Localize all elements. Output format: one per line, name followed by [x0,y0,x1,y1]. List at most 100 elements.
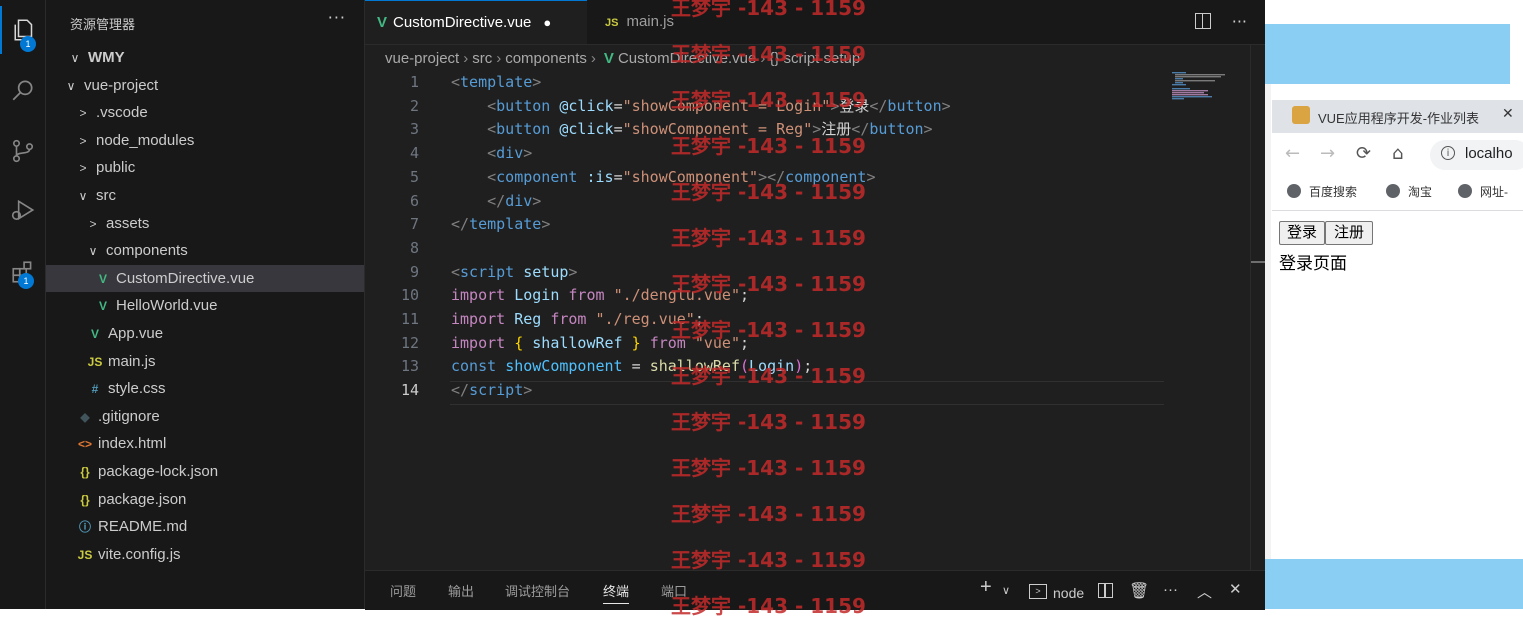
tab-customdirective[interactable]: V CustomDirective.vue ● [365,0,587,44]
code-line[interactable]: 8 [365,237,1165,261]
line-number: 7 [409,215,419,234]
code-line[interactable]: 12 import { shallowRef } from "vue"; [365,332,1165,356]
code-line[interactable]: 3 <button @click="showComponent = Reg">注… [365,118,1165,142]
tree-folder[interactable]: > public [46,154,364,181]
tab-output[interactable]: 输出 [448,581,474,600]
close-icon[interactable]: ✕ [1502,106,1514,122]
tree-file[interactable]: ◆ .gitignore [46,403,364,430]
tree-file[interactable]: V CustomDirective.vue [46,264,364,292]
code-line[interactable]: 13 const showComponent = shallowRef(Login… [365,355,1165,379]
breadcrumb-item[interactable]: CustomDirective.vue [618,50,756,67]
more-actions-icon[interactable]: ··· [1232,12,1247,31]
extensions-icon[interactable]: 1 [0,248,45,296]
activity-bar: 1 1 [0,0,46,609]
breadcrumb-item[interactable]: src [472,50,492,67]
tree-item-label: vite.config.js [98,545,181,563]
tree-folder[interactable]: ∨ WMY [46,44,364,71]
tree-file[interactable]: JS main.js [46,348,364,375]
divider [1272,210,1523,211]
code-token: > [830,96,840,115]
editor-scrollbar[interactable] [1250,44,1266,570]
breadcrumb-item[interactable]: components [505,50,587,67]
tree-file[interactable]: V App.vue [46,320,364,347]
code-line[interactable]: 14 </script> [365,379,1165,403]
code-editor[interactable]: 1 <template> 2 <button @click="showCompone… [365,71,1165,411]
browser-tab-title[interactable]: VUE应用程序开发-作业列表 [1318,108,1479,127]
trash-icon[interactable]: 🗑 [1129,581,1149,601]
code-line[interactable]: 6 </div> [365,190,1165,214]
code-token: = [622,357,650,376]
run-debug-icon[interactable] [0,186,45,234]
reload-icon[interactable]: ⟳ [1356,143,1371,164]
bookmark-item[interactable]: 淘宝 [1386,183,1432,200]
breadcrumb-item[interactable]: vue-project [385,50,459,67]
code-line[interactable]: 2 <button @click="showComponent = Login"… [365,95,1165,119]
scroll-position-marker [1251,261,1265,263]
tree-file[interactable]: V HelloWorld.vue [46,292,364,319]
tree-file[interactable]: ⓘ README.md [46,513,364,540]
login-button[interactable]: 登录 [1279,221,1325,245]
tree-file[interactable]: {} package-lock.json [46,458,364,485]
tree-folder[interactable]: > assets [46,210,364,237]
tree-folder[interactable]: ∨ components [46,237,364,264]
terminal-name[interactable]: node [1053,585,1084,601]
js-file-icon: JS [77,547,93,562]
code-line[interactable]: 5 <component :is="showComponent"></compo… [365,166,1165,190]
tab-mainjs[interactable]: JS main.js [593,0,703,44]
close-icon[interactable]: ✕ [1229,580,1242,598]
explorer-title: 资源管理器 [70,17,136,32]
code-token: </ [851,120,870,139]
tree-file[interactable]: JS vite.config.js [46,541,364,568]
home-icon[interactable]: ⌂ [1392,143,1403,164]
split-terminal-icon[interactable] [1098,583,1113,602]
code-line[interactable]: 7 </template> [365,213,1165,237]
unsaved-dot-icon[interactable]: ● [543,15,551,30]
tree-file[interactable]: # style.css [46,375,364,402]
editor-tab-bar: V CustomDirective.vue ● JS main.js ··· [365,0,1265,45]
tab-terminal[interactable]: 终端 [603,581,630,604]
new-terminal-icon[interactable]: + [980,576,992,599]
tree-item-label: CustomDirective.vue [116,269,255,287]
maximize-panel-icon[interactable]: ︿ [1197,581,1212,602]
back-icon[interactable]: ← [1285,143,1300,164]
tree-item-label: index.html [98,435,167,453]
info-icon[interactable]: i [1441,146,1455,160]
register-button[interactable]: 注册 [1325,221,1373,245]
breadcrumb-item[interactable]: {} script setup [769,50,860,67]
bookmark-label: 百度搜索 [1309,185,1358,199]
tree-folder[interactable]: > node_modules [46,127,364,154]
code-line[interactable]: 10 import Login from "./denglu.vue"; [365,284,1165,308]
address-text[interactable]: localho [1465,145,1513,162]
source-control-icon[interactable] [0,127,45,175]
code-line[interactable]: 4 <div> [365,142,1165,166]
more-actions-icon[interactable]: ··· [328,8,346,27]
more-actions-icon[interactable]: ··· [1163,581,1178,598]
forward-icon[interactable]: → [1320,143,1335,164]
chevron-right-icon: > [79,133,87,148]
code-token: 登录 [839,96,870,115]
split-editor-icon[interactable] [1194,13,1211,29]
site-favicon-icon [1292,106,1310,124]
tree-file[interactable]: <> index.html [46,430,364,457]
code-token: ; [740,333,750,352]
explorer-icon[interactable]: 1 [0,6,47,54]
tree-folder[interactable]: > .vscode [46,99,364,126]
code-line[interactable]: 1 <template> [365,71,1165,95]
chevron-down-icon[interactable]: ∨ [1002,584,1010,597]
code-line[interactable]: 11 import Reg from "./reg.vue"; [365,308,1165,332]
tab-ports[interactable]: 端口 [661,581,687,600]
search-icon[interactable] [0,66,45,114]
tab-debug-console[interactable]: 调试控制台 [505,581,570,600]
code-line[interactable]: 9 <script setup> [365,261,1165,285]
bookmark-item[interactable]: 百度搜索 [1287,183,1357,200]
tree-file[interactable]: {} package.json [46,486,364,513]
minimap[interactable] [1172,72,1232,102]
code-token: < [451,120,497,139]
bookmark-item[interactable]: 网址- [1458,183,1508,200]
tree-folder[interactable]: ∨ src [46,182,364,209]
tree-folder[interactable]: ∨ vue-project [46,72,364,99]
tab-problems[interactable]: 问题 [390,581,416,600]
